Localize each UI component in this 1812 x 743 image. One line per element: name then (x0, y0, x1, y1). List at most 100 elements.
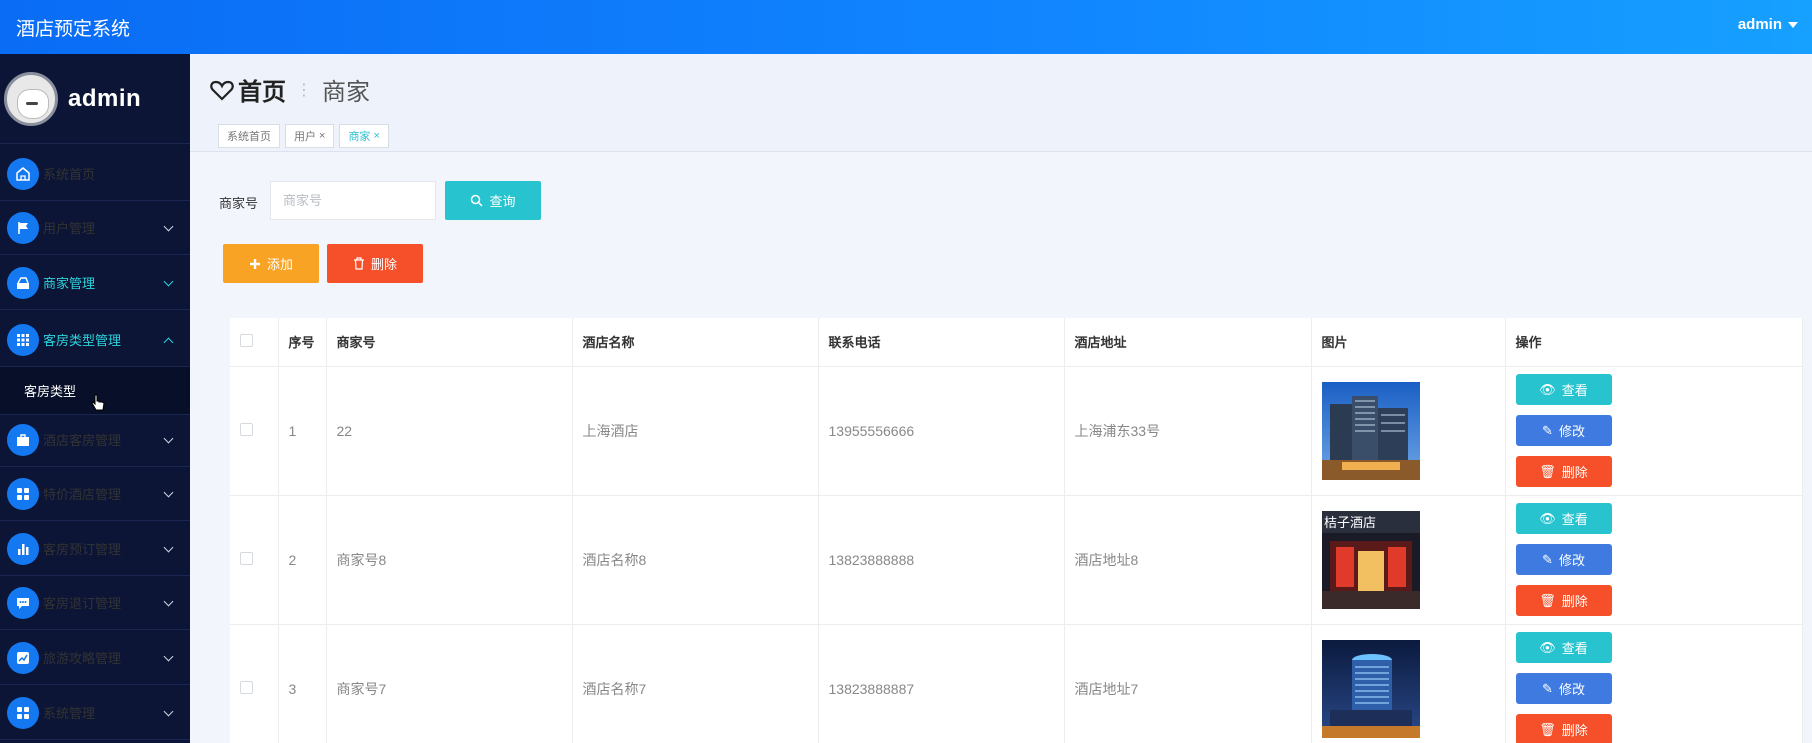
edit-icon: ✎ (1542, 422, 1553, 438)
cell-index: 2 (278, 495, 327, 625)
row-checkbox[interactable] (240, 680, 253, 694)
top-bar: 酒店预定系统 admin (0, 0, 1812, 54)
column-header: 商家号 (326, 318, 573, 367)
tab-merchants[interactable]: 商家 × (339, 124, 389, 148)
add-button-label: 添加 (266, 257, 293, 272)
trend-icon (7, 641, 39, 674)
delete-button[interactable]: 删除 (327, 244, 423, 283)
sidebar-item-room-types[interactable]: 客房类型管理 (0, 313, 190, 367)
sidebar-item-hotel-rooms[interactable]: 酒店客房管理 (0, 413, 190, 467)
trash-icon: 🗑 (1539, 463, 1556, 479)
user-menu[interactable]: admin (1738, 16, 1798, 33)
view-button[interactable]: 👁 查看 (1515, 374, 1612, 405)
view-button-label: 查看 (1561, 512, 1588, 527)
row-delete-button[interactable]: 🗑 删除 (1515, 585, 1612, 616)
column-header: 联系电话 (818, 318, 1065, 367)
trash-icon (353, 257, 364, 270)
heart-icon (210, 80, 234, 101)
column-header: 酒店地址 (1064, 318, 1312, 367)
delete-button-label: 删除 (1561, 594, 1588, 609)
row-checkbox[interactable] (240, 422, 253, 436)
cell-phone: 13823888888 (818, 495, 1065, 625)
tab-bar: 系统首页 用户 × 商家 × (218, 124, 389, 148)
pointer-hand-icon (91, 394, 105, 411)
cell-merchant-no: 商家号8 (326, 495, 573, 625)
select-all-cell[interactable] (230, 318, 279, 367)
sidebar-item-merchants[interactable]: 商家管理 (0, 256, 190, 310)
sidebar-item-label: 旅游攻略管理 (43, 651, 122, 666)
sidebar-item-label: 客房类型管理 (43, 333, 122, 348)
cell-address: 酒店地址7 (1064, 624, 1312, 743)
sidebar-item-special-hotels[interactable]: 特价酒店管理 (0, 467, 190, 521)
sidebar-item-label: 酒店客房管理 (43, 433, 122, 448)
chevron-down-icon (163, 221, 174, 232)
caret-down-icon (1788, 21, 1798, 28)
sidebar-item-home[interactable]: 系统首页 (0, 147, 190, 201)
cell-image: 桔子酒店 (1311, 495, 1506, 625)
plus-icon (249, 258, 260, 269)
view-button[interactable]: 👁 查看 (1515, 632, 1612, 663)
edit-button[interactable]: ✎ 修改 (1515, 544, 1612, 575)
user-name: admin (1737, 16, 1782, 33)
edit-button[interactable]: ✎ 修改 (1515, 415, 1612, 446)
sidebar-item-label: 系统管理 (43, 706, 96, 721)
data-table: 序号 商家号 酒店名称 联系电话 酒店地址 图片 操作 1 22 上海酒店 13… (230, 318, 1803, 743)
cell-phone: 13955556666 (818, 366, 1065, 496)
cell-actions: 👁 查看 ✎ 修改 🗑 删除 (1505, 624, 1803, 743)
chevron-down-icon (163, 706, 174, 717)
search-input[interactable] (270, 181, 436, 220)
hotel-night-photo (1321, 639, 1420, 738)
sidebar-item-users[interactable]: 用户管理 (0, 201, 190, 255)
store-icon (7, 266, 39, 299)
cell-merchant-no: 22 (326, 366, 573, 496)
bar-chart-icon (7, 532, 39, 565)
breadcrumb-separator: ⋮ (296, 81, 312, 99)
search-label: 商家号 (219, 196, 259, 211)
page-header: 首页 ⋮ 商家 系统首页 用户 × 商家 × (190, 54, 1812, 152)
column-header: 图片 (1311, 318, 1506, 367)
column-header: 序号 (278, 318, 327, 367)
sidebar-item-label: 客房预订管理 (43, 542, 122, 557)
chat-icon (7, 586, 39, 619)
view-button[interactable]: 👁 查看 (1515, 503, 1612, 534)
grid-icon (7, 323, 39, 356)
eye-icon: 👁 (1539, 381, 1556, 397)
cell-merchant-no: 商家号7 (326, 624, 573, 743)
cell-image (1311, 624, 1506, 743)
sidebar-item-cancellations[interactable]: 客房退订管理 (0, 576, 190, 630)
sidebar-item-system[interactable]: 系统管理 (0, 686, 190, 740)
sidebar-item-label: 用户管理 (43, 221, 96, 236)
row-select-cell (230, 366, 279, 496)
sidebar-item-label: 特价酒店管理 (43, 487, 122, 502)
select-all-checkbox[interactable] (240, 333, 253, 347)
sidebar-item-label: 商家管理 (43, 276, 96, 291)
query-button[interactable]: 查询 (445, 181, 541, 220)
cell-address: 酒店地址8 (1064, 495, 1312, 625)
query-button-label: 查询 (489, 194, 516, 209)
flag-icon (7, 211, 39, 244)
edit-icon: ✎ (1542, 551, 1553, 567)
table-row: 2 商家号8 酒店名称8 13823888888 酒店地址8 桔子酒店 👁 查看… (230, 495, 1803, 625)
cell-hotel-name: 上海酒店 (572, 366, 819, 496)
edit-button[interactable]: ✎ 修改 (1515, 673, 1612, 704)
cell-hotel-name: 酒店名称7 (572, 624, 819, 743)
sidebar-item-travel-guides[interactable]: 旅游攻略管理 (0, 631, 190, 685)
add-button[interactable]: 添加 (223, 244, 319, 283)
photo-sign-text: 桔子酒店 (1324, 516, 1376, 531)
trash-icon: 🗑 (1539, 592, 1556, 608)
edit-button-label: 修改 (1558, 553, 1585, 568)
row-delete-button[interactable]: 🗑 删除 (1515, 714, 1612, 743)
row-select-cell (230, 624, 279, 743)
tab-home[interactable]: 系统首页 (218, 124, 280, 148)
sidebar-item-bookings[interactable]: 客房预订管理 (0, 522, 190, 576)
tab-label: 系统首页 (227, 131, 271, 143)
search-icon (471, 194, 484, 207)
row-checkbox[interactable] (240, 551, 253, 565)
tab-label: 用户 (294, 131, 316, 143)
row-delete-button[interactable]: 🗑 删除 (1515, 456, 1612, 487)
close-icon[interactable]: × (373, 130, 379, 142)
table-row: 1 22 上海酒店 13955556666 上海浦东33号 👁 查看 ✎ 修改 … (230, 366, 1803, 496)
tab-users[interactable]: 用户 × (285, 124, 335, 148)
breadcrumb-home[interactable]: 首页 (238, 72, 286, 107)
close-icon[interactable]: × (319, 130, 325, 142)
